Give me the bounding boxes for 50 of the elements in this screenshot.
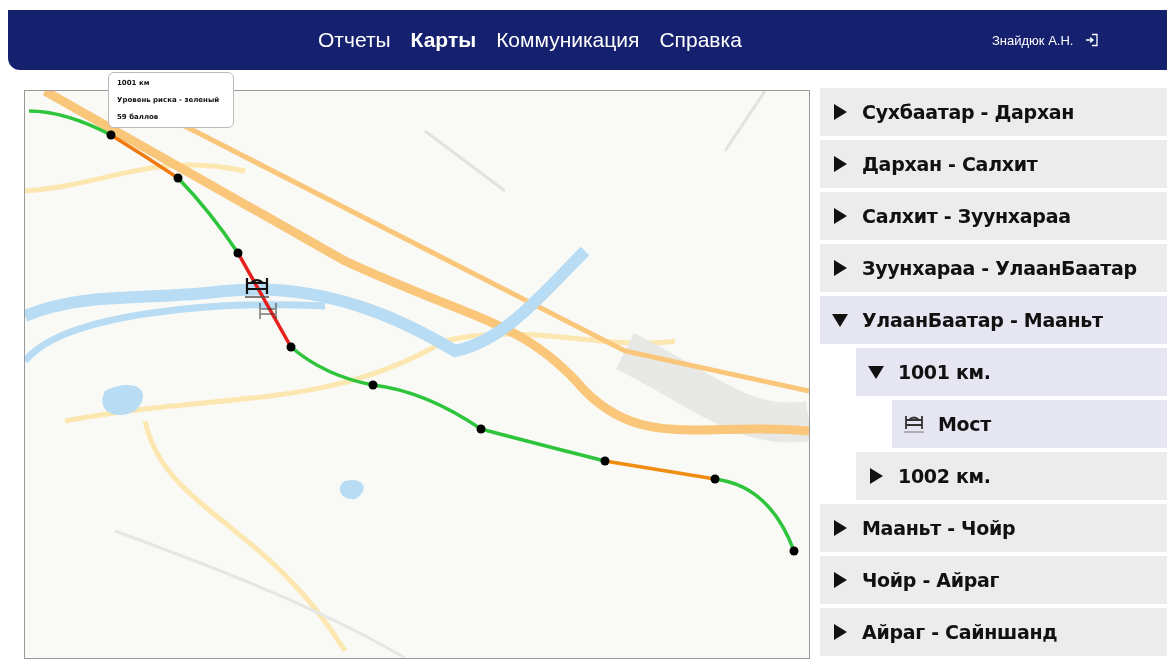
tree-item[interactable]: Чойр - Айраг xyxy=(820,556,1167,604)
caret-down-icon xyxy=(868,364,884,380)
caret-right-icon xyxy=(832,520,848,536)
route-point[interactable] xyxy=(233,248,243,258)
nav-link[interactable]: Отчеты xyxy=(318,28,391,52)
route-point[interactable] xyxy=(368,380,378,390)
tree-label: Зуунхараа - УлаанБаатар xyxy=(862,257,1137,279)
caret-right-icon xyxy=(832,208,848,224)
tree-label: Айраг - Сайншанд xyxy=(862,621,1058,643)
tree-label: 1002 км. xyxy=(898,465,991,487)
tree-item[interactable]: Салхит - Зуунхараа xyxy=(820,192,1167,240)
caret-right-icon xyxy=(868,468,884,484)
nav-link[interactable]: Коммуникация xyxy=(496,28,640,52)
bridge-icon[interactable] xyxy=(259,302,277,320)
user-name: Знайдюк А.Н. xyxy=(992,32,1074,48)
caret-down-icon xyxy=(832,312,848,328)
caret-right-icon xyxy=(832,260,848,276)
route-point[interactable] xyxy=(476,424,486,434)
caret-right-icon xyxy=(832,156,848,172)
route-point[interactable] xyxy=(173,173,183,183)
tree-item[interactable]: Айраг - Сайншанд xyxy=(820,608,1167,656)
tree-item[interactable]: Сухбаатар - Дархан xyxy=(820,88,1167,136)
logout-icon[interactable] xyxy=(1085,33,1100,47)
tree-item[interactable]: 1002 км. xyxy=(856,452,1167,500)
route-point[interactable] xyxy=(600,456,610,466)
tree-item[interactable]: Мааньт - Чойр xyxy=(820,504,1167,552)
tree-item[interactable]: УлаанБаатар - Мааньт xyxy=(820,296,1167,344)
tree-label: Мост xyxy=(938,413,992,435)
route-point[interactable] xyxy=(106,130,116,140)
tree-item[interactable]: 1001 км. xyxy=(856,348,1167,396)
caret-right-icon xyxy=(832,572,848,588)
bridge-icon[interactable] xyxy=(244,276,270,298)
caret-right-icon xyxy=(832,624,848,640)
route-point[interactable] xyxy=(710,474,720,484)
tree-label: Сухбаатар - Дархан xyxy=(862,101,1075,123)
tree-item[interactable]: Мост xyxy=(892,400,1167,448)
tree-label: Дархан - Салхит xyxy=(862,153,1038,175)
tree-label: УлаанБаатар - Мааньт xyxy=(862,309,1103,331)
route-point[interactable] xyxy=(286,342,296,352)
tree-label: Салхит - Зуунхараа xyxy=(862,205,1071,227)
caret-right-icon xyxy=(832,104,848,120)
tree-label: Мааньт - Чойр xyxy=(862,517,1016,539)
nav-link[interactable]: Карты xyxy=(410,28,477,52)
nav-link[interactable]: Справка xyxy=(659,28,742,52)
tree-item[interactable]: Зуунхараа - УлаанБаатар xyxy=(820,244,1167,292)
tree-item[interactable]: Дархан - Салхит xyxy=(820,140,1167,188)
route-point[interactable] xyxy=(789,546,799,556)
tree-label: 1001 км. xyxy=(898,361,991,383)
tree-label: Чойр - Айраг xyxy=(862,569,1000,591)
bridge-icon xyxy=(904,414,924,434)
